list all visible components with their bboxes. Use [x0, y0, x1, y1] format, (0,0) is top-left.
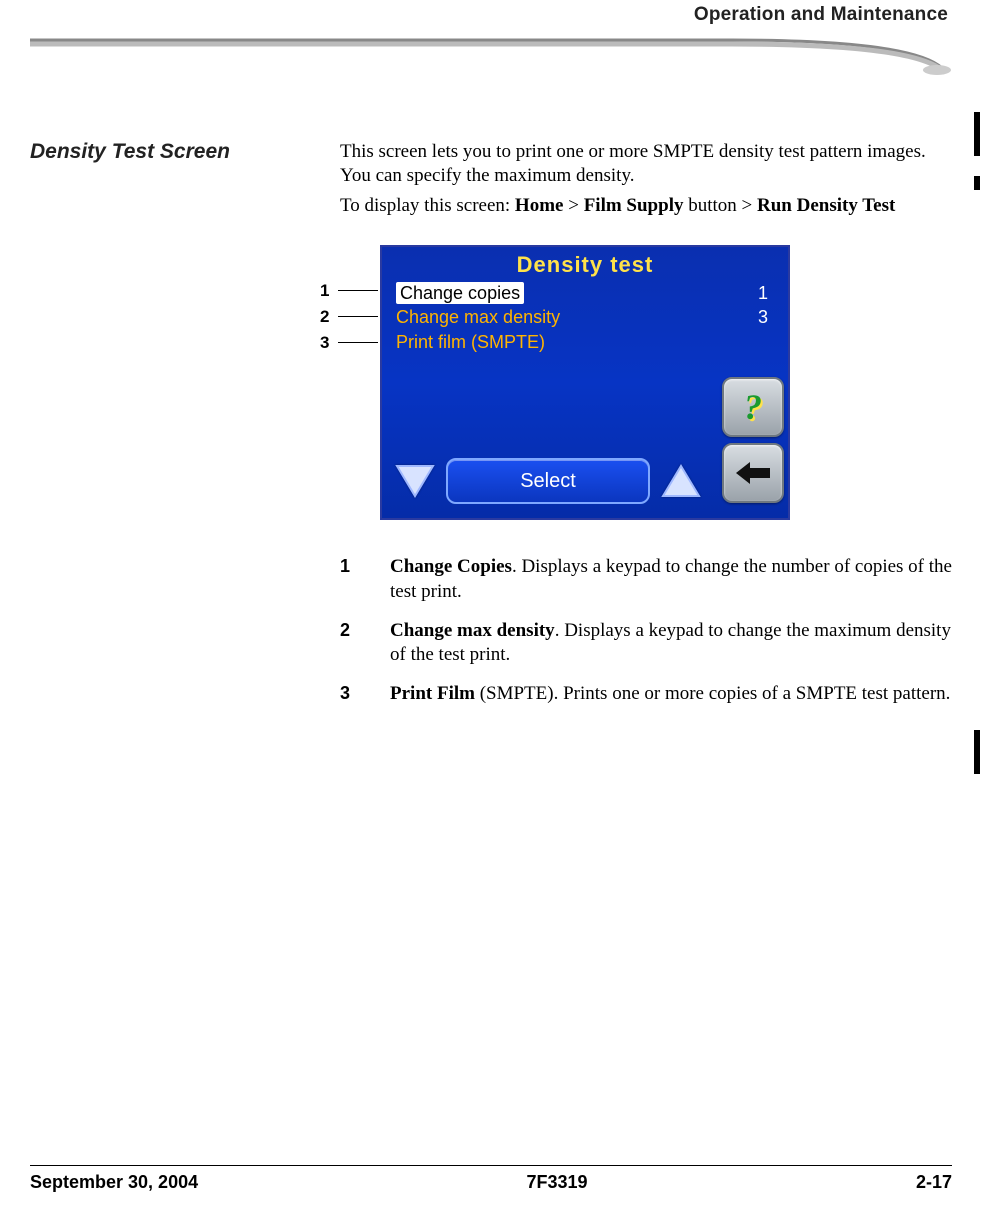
definition-text: (SMPTE). Prints one or more copies of a … [475, 683, 950, 704]
intro-paragraph-2: To display this screen: Home > Film Supp… [340, 194, 952, 218]
definition-term: Print Film [390, 683, 475, 704]
footer-date: September 30, 2004 [30, 1172, 198, 1193]
callout-number: 3 [320, 332, 334, 353]
footer: September 30, 2004 7F3319 2-17 [30, 1165, 952, 1193]
breadcrumb-home: Home [515, 195, 564, 216]
triangle-down-icon [395, 464, 435, 498]
nav-down-button[interactable] [392, 458, 438, 504]
definition-number: 2 [340, 619, 390, 668]
menu-item-value: 1 [758, 282, 774, 305]
figure: 1 2 3 Density test Change copies 1 Chang… [340, 245, 952, 535]
intro-mid: button > [683, 195, 757, 216]
breadcrumb-run-density-test: Run Density Test [757, 195, 895, 216]
definition-3: 3 Print Film (SMPTE). Prints one or more… [340, 682, 952, 707]
callout-2: 2 [320, 303, 378, 329]
separator: > [563, 195, 583, 216]
header-swoosh [30, 30, 952, 80]
breadcrumb-film-supply: Film Supply [584, 195, 684, 216]
menu-item-label: Print film (SMPTE) [396, 331, 545, 354]
help-button[interactable]: ? [722, 377, 784, 437]
definition-2: 2 Change max density. Displays a keypad … [340, 619, 952, 668]
menu-item-change-copies[interactable]: Change copies 1 [396, 281, 774, 306]
revision-mark [974, 176, 980, 190]
menu-item-label: Change max density [396, 306, 560, 329]
definition-term: Change max density [390, 620, 555, 641]
device-screen: Density test Change copies 1 Change max … [380, 245, 790, 520]
intro-paragraph-1: This screen lets you to print one or mor… [340, 140, 952, 188]
definition-number: 1 [340, 555, 390, 604]
section-heading: Density Test Screen [30, 140, 340, 721]
definition-number: 3 [340, 682, 390, 707]
revision-mark [974, 112, 980, 156]
callout-3: 3 [320, 329, 378, 355]
menu-item-print-film[interactable]: Print film (SMPTE) [396, 330, 774, 355]
menu-item-change-max-density[interactable]: Change max density 3 [396, 305, 774, 330]
definition-term: Change Copies [390, 556, 512, 577]
callout-number: 1 [320, 280, 334, 301]
device-title: Density test [382, 247, 788, 281]
menu-item-label: Change copies [396, 282, 524, 305]
menu-item-value [768, 331, 774, 354]
footer-page: 2-17 [916, 1172, 952, 1193]
nav-up-button[interactable] [658, 458, 704, 504]
intro-prefix: To display this screen: [340, 195, 515, 216]
menu-item-value: 3 [758, 306, 774, 329]
header-section: Operation and Maintenance [30, 0, 952, 26]
revision-mark [974, 730, 980, 774]
callout-1: 1 [320, 277, 378, 303]
help-icon: ? [744, 385, 762, 430]
select-button[interactable]: Select [446, 458, 650, 504]
definition-1: 1 Change Copies. Displays a keypad to ch… [340, 555, 952, 604]
callout-number: 2 [320, 306, 334, 327]
triangle-up-icon [661, 464, 701, 498]
footer-docnum: 7F3319 [527, 1172, 588, 1193]
